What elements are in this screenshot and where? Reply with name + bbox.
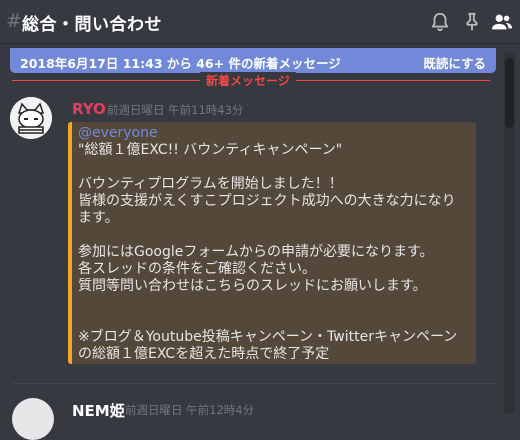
pin-icon[interactable] [461, 11, 483, 33]
channel-title: 総合・問い合わせ [22, 15, 162, 35]
bell-icon[interactable] [429, 11, 451, 33]
embed-text: "総額１億EXC!! バウンティキャンペーン" バウンティプログラムを開始しまし… [78, 142, 458, 362]
mark-as-read-button[interactable]: 既読にする [423, 53, 486, 72]
avatar[interactable] [12, 398, 54, 440]
message-timestamp: 前週日曜日 午前11時43分 [107, 103, 244, 117]
new-messages-text: 2018年6月17日 11:43 から 46+ 件の新着メッセージ [20, 56, 341, 71]
scrollbar-thumb[interactable] [505, 58, 514, 128]
channel-hash-icon: # [6, 10, 22, 32]
message-embed: @everyone "総額１億EXC!! バウンティキャンペーン" バウンティプ… [68, 122, 476, 364]
channel-header: # 総合・問い合わせ [0, 0, 520, 44]
new-messages-divider-label: 新着メッセージ [200, 72, 296, 89]
message-separator [12, 383, 496, 384]
avatar[interactable] [10, 97, 52, 139]
message-author[interactable]: NEM姫 [72, 400, 125, 421]
message-timestamp: 前週日曜日 午前12時4分 [125, 403, 255, 417]
everyone-mention[interactable]: @everyone [78, 125, 468, 142]
message-author[interactable]: RYO [72, 100, 106, 118]
members-icon[interactable] [491, 11, 513, 33]
new-messages-bar[interactable]: 2018年6月17日 11:43 から 46+ 件の新着メッセージ 既読にする [10, 48, 496, 73]
